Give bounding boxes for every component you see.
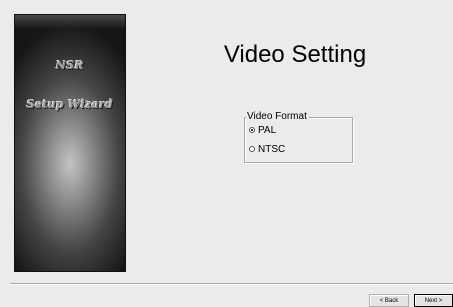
setup-wizard-window: NSR Setup Wizard Video Setting Video For… bbox=[0, 0, 453, 307]
video-format-legend: Video Format bbox=[246, 111, 309, 122]
panel-bevel bbox=[15, 15, 125, 29]
radio-selected-dot bbox=[251, 129, 253, 131]
pal-radio-label[interactable]: PAL bbox=[258, 125, 276, 136]
video-format-group: Video Format PAL NTSC bbox=[244, 111, 353, 163]
brand-subtitle: Setup Wizard bbox=[26, 98, 114, 111]
ntsc-radio-label[interactable]: NTSC bbox=[258, 144, 285, 155]
pal-radio-option[interactable]: PAL bbox=[249, 124, 276, 136]
next-button[interactable]: Next > bbox=[414, 294, 453, 307]
wizard-side-panel: NSR Setup Wizard bbox=[14, 14, 126, 272]
ntsc-radio-button[interactable] bbox=[249, 146, 255, 152]
footer-separator bbox=[10, 283, 453, 285]
page-title: Video Setting bbox=[223, 41, 367, 68]
ntsc-radio-option[interactable]: NTSC bbox=[249, 143, 285, 155]
brand-name: NSR bbox=[55, 59, 85, 72]
pal-radio-button[interactable] bbox=[249, 127, 255, 133]
back-button[interactable]: < Back bbox=[369, 294, 409, 307]
